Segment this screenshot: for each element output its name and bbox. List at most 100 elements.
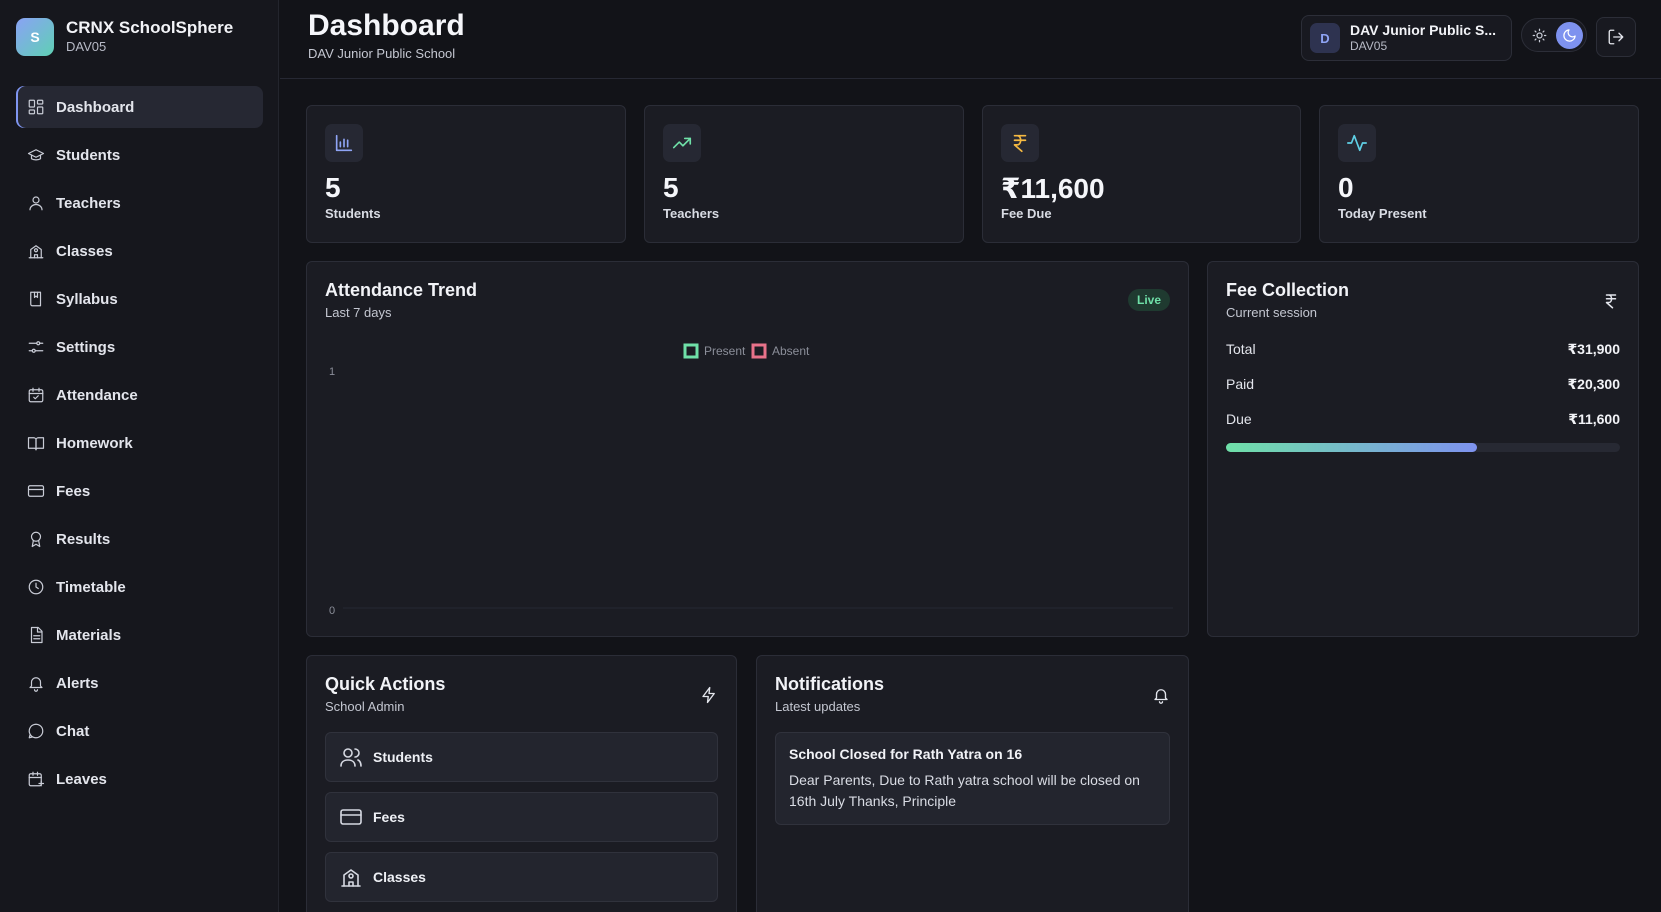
clock-icon: [28, 579, 44, 595]
theme-toggle[interactable]: [1521, 18, 1587, 52]
sidebar-item-label: Classes: [56, 242, 113, 260]
notification-item[interactable]: School Closed for Rath Yatra on 16 Dear …: [775, 732, 1170, 825]
sidebar-item-label: Timetable: [56, 578, 126, 596]
sidebar-item-label: Dashboard: [56, 98, 135, 116]
card-subtitle: Latest updates: [775, 699, 861, 714]
stat-value: 5: [663, 172, 679, 203]
rupee-icon: [1013, 134, 1027, 153]
card-subtitle: Last 7 days: [325, 305, 392, 320]
award-icon: [30, 531, 42, 548]
card-title: Attendance Trend: [325, 280, 478, 300]
sidebar-item-materials[interactable]: Materials: [16, 614, 263, 656]
chat-bubble-icon: [28, 723, 44, 739]
sidebar-item-leaves[interactable]: Leaves: [16, 758, 263, 800]
live-badge: Live: [1127, 289, 1170, 311]
sidebar-item-label: Teachers: [56, 194, 121, 212]
brand-name: CRNX SchoolSphere: [66, 18, 234, 37]
legend-swatch-absent[interactable]: [751, 343, 767, 359]
quick-action-fees[interactable]: Fees: [325, 792, 718, 842]
sidebar-item-homework[interactable]: Homework: [16, 422, 263, 464]
fee-label: Total: [1226, 341, 1256, 357]
legend-label-absent[interactable]: Absent: [772, 344, 810, 358]
notifications-card: Notifications Latest updates School Clos…: [756, 655, 1189, 912]
sidebar-item-settings[interactable]: Settings: [16, 326, 263, 368]
stat-value: ₹11,600: [1001, 173, 1105, 204]
avatar: D: [1310, 23, 1340, 53]
fee-row-paid: Paid ₹20,300: [1226, 376, 1620, 396]
activity-icon: [1347, 134, 1367, 152]
stat-card-teachers: 5 Teachers: [644, 105, 964, 243]
book-bookmark-icon: [30, 291, 42, 307]
legend-swatch-present[interactable]: [683, 343, 699, 359]
calendar-plus-icon: [28, 771, 45, 787]
fee-label: Due: [1226, 411, 1252, 427]
sidebar-item-label: Homework: [56, 434, 133, 452]
card-title: Quick Actions: [325, 674, 446, 694]
card-title: Fee Collection: [1226, 280, 1350, 300]
card-subtitle: School Admin: [325, 699, 405, 714]
fee-value: ₹11,600: [1568, 411, 1620, 427]
sidebar-item-students[interactable]: Students: [16, 134, 263, 176]
fee-collection-card: Fee Collection Current session Total ₹31…: [1207, 261, 1639, 637]
sidebar-item-label: Results: [56, 530, 111, 548]
card-title: Notifications: [775, 674, 885, 694]
sidebar-item-fees[interactable]: Fees: [16, 470, 263, 512]
fee-value: ₹31,900: [1567, 341, 1620, 357]
notification-title: School Closed for Rath Yatra on 16: [789, 746, 1023, 762]
sidebar-item-syllabus[interactable]: Syllabus: [16, 278, 263, 320]
brand-logo: S: [16, 18, 54, 56]
fee-progress-fill: [1226, 443, 1477, 452]
sidebar-item-timetable[interactable]: Timetable: [16, 566, 263, 608]
legend-label-present[interactable]: Present: [704, 344, 746, 358]
quick-action-label: Fees: [373, 809, 405, 825]
y-tick-label: 0: [329, 605, 335, 617]
sun-icon[interactable]: [1532, 28, 1547, 43]
users-icon: [340, 748, 362, 767]
logout-icon: [1608, 29, 1624, 45]
sidebar-item-results[interactable]: Results: [16, 518, 263, 560]
sidebar-item-classes[interactable]: Classes: [16, 230, 263, 272]
sidebar-item-chat[interactable]: Chat: [16, 710, 263, 752]
sidebar-item-dashboard[interactable]: Dashboard: [16, 86, 263, 128]
user-icon: [29, 196, 43, 211]
lightning-icon: [702, 686, 715, 704]
brand: S CRNX SchoolSphere DAV05: [16, 17, 233, 57]
sidebar-item-label: Students: [56, 146, 121, 164]
sidebar: S CRNX SchoolSphere DAV05 Dashboard Stud…: [0, 0, 279, 912]
sidebar-item-label: Syllabus: [56, 290, 118, 308]
fee-row-total: Total ₹31,900: [1226, 341, 1620, 361]
document-icon: [30, 626, 43, 644]
header: Dashboard DAV Junior Public School D DAV…: [280, 0, 1661, 79]
sidebar-item-attendance[interactable]: Attendance: [16, 374, 263, 416]
quick-action-classes[interactable]: Classes: [325, 852, 718, 902]
bar-chart-icon: [335, 134, 353, 152]
stat-label: Teachers: [663, 206, 720, 221]
dark-mode-button[interactable]: [1556, 22, 1583, 49]
trending-up-icon: [672, 137, 692, 149]
sidebar-item-teachers[interactable]: Teachers: [16, 182, 263, 224]
sidebar-item-label: Fees: [56, 482, 91, 500]
sidebar-item-label: Materials: [56, 626, 122, 644]
page-title: Dashboard: [308, 9, 465, 42]
moon-icon: [1563, 29, 1576, 42]
bell-icon: [29, 677, 43, 692]
card-subtitle: Current session: [1226, 305, 1318, 320]
rupee-icon: [1605, 294, 1617, 309]
notification-body: Dear Parents, Due to Rath yatra school w…: [789, 772, 1140, 809]
school-switcher[interactable]: D DAV Junior Public S... DAV05: [1301, 15, 1512, 61]
school-name: DAV Junior Public S...: [1350, 22, 1496, 38]
sidebar-item-label: Settings: [56, 338, 116, 356]
credit-card-icon: [340, 809, 362, 825]
school-building-icon: [341, 869, 361, 887]
fee-label: Paid: [1226, 376, 1255, 392]
school-building-icon: [28, 245, 44, 259]
logout-button[interactable]: [1596, 17, 1636, 57]
quick-action-label: Classes: [373, 869, 426, 885]
stat-value: 0: [1338, 172, 1354, 203]
sidebar-item-alerts[interactable]: Alerts: [16, 662, 263, 704]
fee-row-due: Due ₹11,600: [1226, 411, 1620, 431]
brand-code: DAV05: [66, 39, 107, 54]
stat-value: 5: [325, 172, 341, 203]
quick-action-label: Students: [373, 749, 433, 765]
quick-action-students[interactable]: Students: [325, 732, 718, 782]
